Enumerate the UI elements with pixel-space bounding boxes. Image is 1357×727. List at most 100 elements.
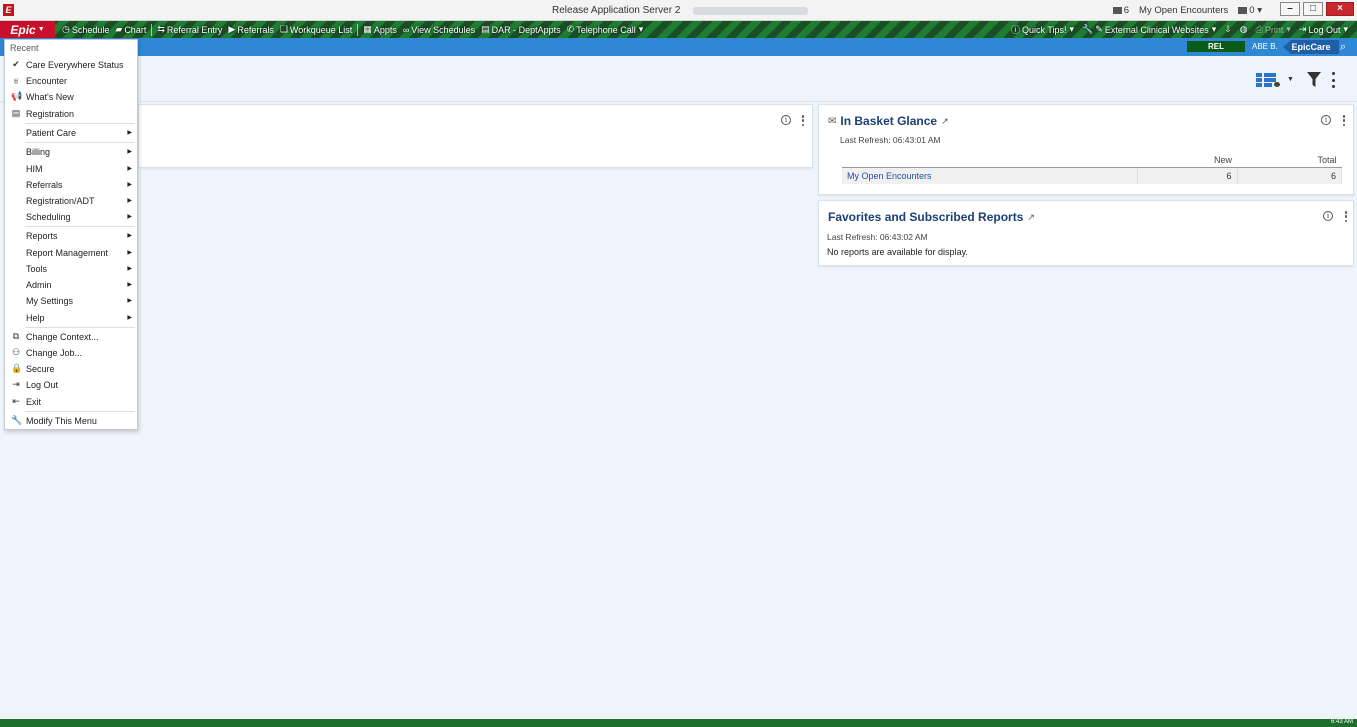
menu-item-him[interactable]: HIM ▶: [5, 161, 137, 176]
menu-item-tools[interactable]: Tools ▶: [5, 261, 137, 276]
clipboard-icon: ▤: [481, 24, 490, 34]
menu-item-label: Encounter: [26, 75, 68, 86]
column-header-new: New: [1137, 153, 1237, 168]
toolbar-print[interactable]: ⎙ Print ▾: [1253, 24, 1296, 35]
menu-item-care-everywhere-status[interactable]: ✔ Care Everywhere Status: [5, 57, 137, 72]
epic-menu-button[interactable]: Epic ▼: [0, 21, 55, 38]
folder-link[interactable]: My Open Encounters: [842, 167, 1138, 184]
menu-item-label: Care Everywhere Status: [26, 59, 124, 70]
window-title: Release Application Server 2: [552, 5, 681, 16]
toolbar-telephone-call[interactable]: ✆ Telephone Call ▾: [564, 24, 649, 35]
toolbar-view-schedules[interactable]: ∞ View Schedules: [400, 25, 478, 35]
card-menu-icon[interactable]: [801, 115, 805, 126]
info-icon[interactable]: i: [781, 115, 791, 125]
chevron-right-icon: ▶: [127, 250, 132, 256]
menu-item-exit[interactable]: ⇤ Exit: [5, 394, 137, 409]
in-basket-title[interactable]: In Basket Glance: [840, 114, 937, 128]
status-bar: 6:43 AM: [0, 719, 1357, 727]
folder-icon: ▰: [115, 24, 123, 34]
menu-item-registration[interactable]: ▤ Registration: [5, 106, 137, 121]
close-button[interactable]: ×: [1326, 2, 1354, 16]
toolbar-globe-icon[interactable]: ◍: [1237, 24, 1253, 35]
menu-item-patient-care[interactable]: Patient Care ▶: [5, 125, 137, 140]
external-link-icon[interactable]: ↗: [941, 116, 949, 127]
chevron-down-icon: ▾: [1343, 24, 1348, 34]
more-options-icon[interactable]: [1330, 72, 1336, 88]
menu-item-registration-adt[interactable]: Registration/ADT ▶: [5, 193, 137, 208]
megaphone-icon: 📢: [11, 91, 23, 101]
menu-item-secure[interactable]: 🔒 Secure: [5, 361, 137, 376]
menu-item-label: Referrals: [26, 179, 63, 190]
menu-item-help[interactable]: Help ▶: [5, 310, 137, 325]
menu-item-label: Tools: [26, 263, 48, 274]
status-time: 6:43 AM: [1330, 719, 1353, 725]
chevron-down-icon[interactable]: ▼: [1287, 76, 1294, 83]
toolbar-referral-entry[interactable]: ⇆ Referral Entry: [154, 24, 225, 35]
search-icon[interactable]: ⌕: [1340, 40, 1354, 54]
filter-icon[interactable]: [1307, 72, 1321, 88]
toolbar-log-out[interactable]: ⇥ Log Out ▾: [1296, 24, 1353, 35]
chevron-down-icon: ▼: [37, 26, 45, 33]
toolbar-right-group: ⓘ Quick Tips! ▾ 🔧 ✎ External Clinical Websit…: [1008, 23, 1357, 36]
user-name[interactable]: ABE B.: [1252, 42, 1278, 51]
toolbar-appts[interactable]: ▦ Appts: [360, 24, 400, 35]
info-icon[interactable]: i: [1323, 211, 1333, 221]
menu-item-modify-this-menu[interactable]: 🔧 Modify This Menu: [5, 413, 137, 428]
chevron-down-icon: ▾: [1286, 24, 1291, 34]
toolbar-label: External Clinical Websites: [1104, 24, 1209, 35]
toolbar-schedule[interactable]: ◷ Schedule: [59, 24, 112, 35]
menu-item-label: Patient Care: [26, 127, 77, 138]
menu-item-encounter[interactable]: ♅ Encounter: [5, 73, 137, 88]
print-icon: ⎙: [1255, 24, 1263, 34]
messages-indicator[interactable]: 6: [1112, 5, 1129, 16]
menu-item-change-job[interactable]: ⚇ Change Job...: [5, 345, 137, 360]
menu-item-referrals[interactable]: Referrals ▶: [5, 177, 137, 192]
table-row[interactable]: My Open Encounters 6 6: [842, 167, 1342, 184]
layout-options-icon[interactable]: [1256, 73, 1284, 87]
chevron-right-icon: ▶: [127, 149, 132, 155]
maximize-button[interactable]: □: [1303, 2, 1323, 16]
menu-item-label: Change Context...: [26, 331, 99, 342]
menu-item-my-settings[interactable]: My Settings ▶: [5, 293, 137, 308]
menu-item-label: Help: [26, 312, 45, 323]
chevron-right-icon: ▶: [127, 198, 132, 204]
toolbar-label: Chart: [124, 24, 147, 35]
external-link-icon[interactable]: ↗: [1027, 212, 1035, 223]
last-refresh: Last Refresh: 06:43:01 AM: [840, 135, 941, 145]
card-menu-icon[interactable]: [1344, 211, 1348, 222]
toolbar-dar-deptappts[interactable]: ▤ DAR - DeptAppts: [478, 24, 564, 35]
toolbar-external-clinical-websites[interactable]: 🔧 ✎ External Clinical Websites ▾: [1079, 24, 1221, 35]
menu-divider: [25, 327, 135, 328]
toolbar-label: Telephone Call: [576, 24, 636, 35]
window-controls: – □ ×: [1280, 2, 1354, 16]
menu-item-whats-new[interactable]: 📢 What's New: [5, 89, 137, 104]
card-menu-icon[interactable]: [1342, 115, 1346, 126]
menu-item-change-context[interactable]: ⧉ Change Context...: [5, 329, 137, 344]
chevron-down-icon: ▾: [1069, 24, 1075, 34]
menu-item-scheduling[interactable]: Scheduling ▶: [5, 209, 137, 224]
menu-item-log-out[interactable]: ⇥ Log Out: [5, 377, 137, 392]
menu-item-admin[interactable]: Admin ▶: [5, 277, 137, 292]
info-icon[interactable]: i: [1321, 115, 1331, 125]
favorites-title[interactable]: Favorites and Subscribed Reports: [828, 210, 1023, 224]
context-bar: REL ABE B. EpicCare ⌕: [0, 38, 1357, 56]
menu-item-billing[interactable]: Billing ▶: [5, 144, 137, 159]
toolbar-workqueue-list[interactable]: ❏ Workqueue List: [277, 24, 355, 35]
clock-icon: ◷: [62, 24, 70, 34]
menu-item-report-management[interactable]: Report Management ▶: [5, 245, 137, 260]
toolbar-divider: [151, 23, 153, 36]
logout-icon: ⇥: [1298, 24, 1307, 34]
environment-badge: REL: [1187, 41, 1245, 52]
toolbar-chart[interactable]: ▰ Chart: [112, 24, 149, 35]
toolbar-download-icon[interactable]: ⇩: [1221, 24, 1237, 35]
toolbar-label: Print: [1264, 24, 1284, 35]
menu-item-reports[interactable]: Reports ▶: [5, 228, 137, 243]
minimize-button[interactable]: –: [1280, 2, 1300, 16]
main-toolbar: Epic ▼ ◷ Schedule ▰ Chart ⇆ Referral Entry ▶…: [0, 21, 1357, 38]
secure-messages-indicator[interactable]: 0 ▾: [1238, 5, 1262, 16]
open-encounters-indicator[interactable]: My Open Encounters: [1139, 5, 1228, 16]
globe-icon: ◍: [1239, 24, 1248, 34]
toolbar-referrals[interactable]: ▶ Referrals: [225, 24, 276, 35]
toolbar-quick-tips[interactable]: ⓘ Quick Tips! ▾: [1008, 23, 1079, 36]
epiccare-logo: EpicCare: [1283, 40, 1339, 54]
